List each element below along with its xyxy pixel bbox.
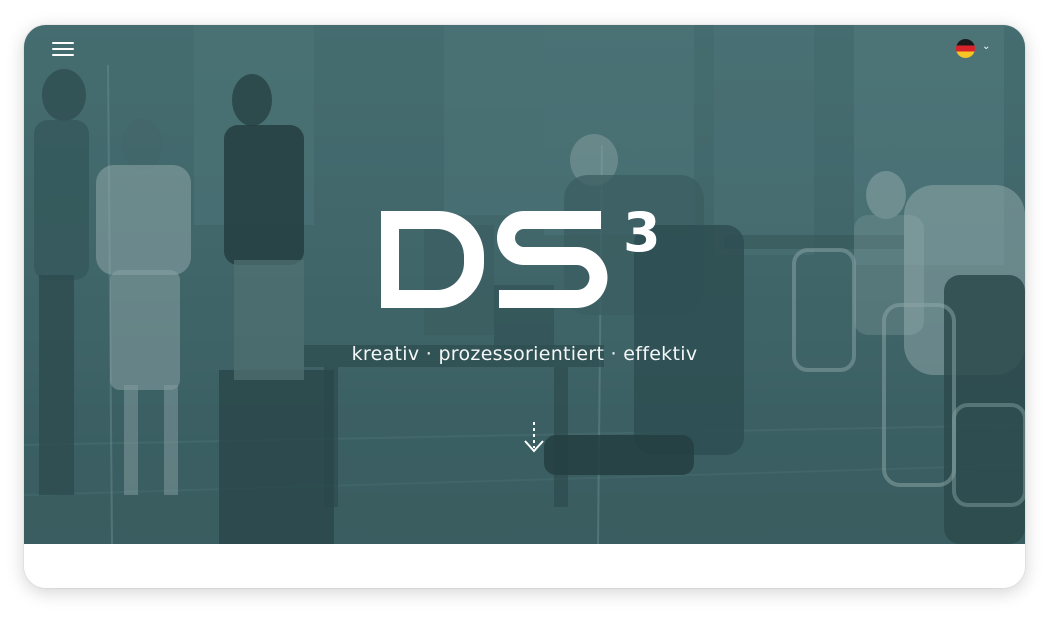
logo-letter-d [381,211,484,308]
chevron-down-icon: ⌄ [982,41,991,52]
hero-section: ⌄ 3 kreativ · prozessorientiert · effekt… [24,25,1025,544]
device-frame: ⌄ 3 kreativ · prozessorientiert · effekt… [24,25,1025,588]
page-bottom-area [24,544,1025,588]
menu-bar-bottom [52,54,74,56]
hero-tagline: kreativ · prozessorientiert · effektiv [351,343,698,365]
arrow-down-icon[interactable] [521,420,547,456]
hamburger-menu-icon[interactable] [52,39,78,61]
ds3-logo: 3 [381,203,661,308]
menu-bar-middle [52,48,74,50]
logo-superscript: 3 [623,203,661,264]
language-switcher[interactable]: ⌄ [954,38,994,60]
menu-bar-top [52,42,74,44]
german-flag-icon [956,39,975,58]
logo-letter-s [497,211,608,308]
